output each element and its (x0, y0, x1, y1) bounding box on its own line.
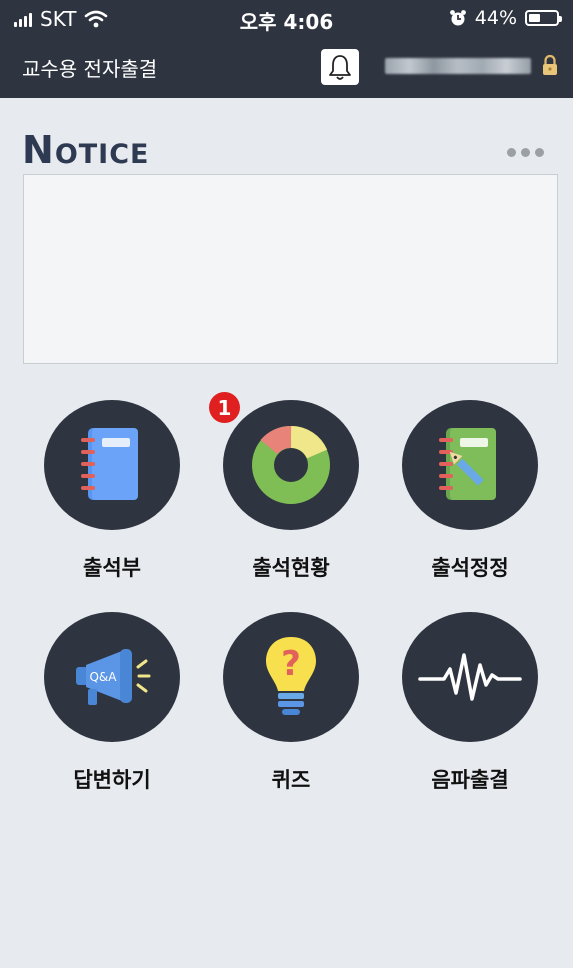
quiz-circle[interactable]: ? (223, 612, 359, 742)
menu-quiz[interactable]: ? 퀴즈 (206, 612, 376, 794)
attendance-correction-circle[interactable] (402, 400, 538, 530)
notification-button[interactable] (321, 49, 359, 85)
attendance-correction-label[interactable]: 출석정정 (385, 552, 555, 582)
notice-title-rest: OTICE (54, 139, 150, 170)
menu-attendance-status[interactable]: 출석현황 (206, 400, 376, 582)
donut-chart-icon (252, 426, 330, 504)
app-title: 교수용 전자출결 (22, 57, 158, 81)
quiz-label[interactable]: 퀴즈 (206, 764, 376, 794)
notebook-pen-icon (439, 428, 496, 500)
notice-content-box[interactable] (23, 174, 558, 364)
lock-icon[interactable] (541, 54, 559, 76)
battery-icon (525, 10, 562, 26)
notice-title-initial: N (22, 128, 55, 172)
notification-badge: 1 (209, 392, 240, 423)
menu-sound-wave-attendance[interactable]: 음파출결 (385, 612, 555, 794)
question-mark: ? (281, 644, 301, 684)
qa-text: Q&A (89, 670, 117, 684)
lightbulb-icon: ? (266, 637, 316, 715)
attendance-status-circle[interactable] (223, 400, 359, 530)
bell-icon (329, 55, 351, 80)
answer-label[interactable]: 답변하기 (27, 764, 197, 794)
menu-attendance-correction[interactable]: 출석정정 (385, 400, 555, 582)
attendance-status-label[interactable]: 출석현황 (206, 552, 376, 582)
menu-answer[interactable]: Q&A 답변하기 (27, 612, 197, 794)
app-header: 교수용 전자출결 (0, 38, 573, 98)
phone-screen: SKT 오후 4:06 44% 교수용 전자출결 NOTICE 출석부 출석현황… (0, 0, 573, 968)
answer-circle[interactable]: Q&A (44, 612, 180, 742)
megaphone-icon: Q&A (76, 649, 151, 705)
notebook-icon (81, 428, 138, 500)
status-bar: SKT 오후 4:06 44% (0, 0, 573, 38)
pulse-wave-icon (418, 653, 522, 701)
attendance-book-circle[interactable] (44, 400, 180, 530)
sound-wave-attendance-label[interactable]: 음파출결 (385, 764, 555, 794)
user-name-blurred (385, 58, 531, 74)
notice-header: NOTICE (22, 128, 552, 172)
notice-title: NOTICE (22, 128, 150, 172)
sound-wave-circle[interactable] (402, 612, 538, 742)
attendance-book-label[interactable]: 출석부 (27, 552, 197, 582)
status-right: 44% (449, 7, 562, 29)
battery-percent: 44% (474, 7, 517, 29)
alarm-clock-icon (449, 10, 466, 26)
menu-attendance-book[interactable]: 출석부 (27, 400, 197, 582)
more-icon[interactable] (507, 148, 544, 157)
